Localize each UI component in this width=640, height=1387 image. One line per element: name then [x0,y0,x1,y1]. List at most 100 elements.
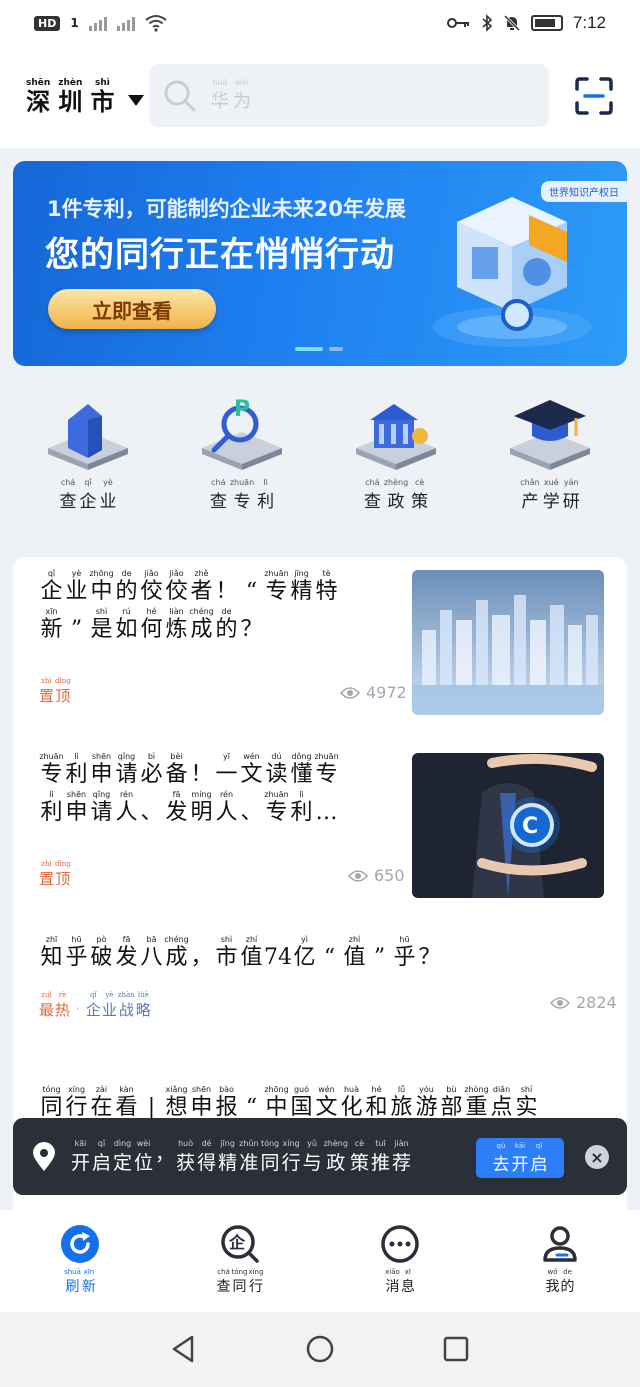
title-char: qǐng 请 [115,752,138,787]
title-char: jiǎo 佼 [140,569,163,604]
toast-char: cè 策 [349,1138,369,1174]
toast-char: dìng 定 [113,1138,133,1174]
title-char: bā 八 [140,935,163,970]
pinned-tag: zhì 置 dǐng 顶 [39,677,71,705]
title-char: yè 业 [65,569,88,604]
svg-text:C: C [522,814,538,839]
promo-banner[interactable]: 1件专利，可能制约企业未来20年发展 您的同行正在悄悄行动 立即查看 世界知识产… [13,161,627,366]
tab-label: shuā 刷 xīn 新 [64,1268,96,1295]
search-input[interactable]: huá 华 wéi 为 [149,64,549,127]
title-char: jīng 精 [290,569,313,604]
patent-cube-illustration [432,197,592,347]
toast-char: tóng 同 [260,1138,280,1174]
title-char: jiǎo 佼 [165,569,188,604]
search-placeholder: huá 华 wéi 为 [211,78,251,112]
title-char: fā 发 [165,790,188,825]
title-char: chéng 成 [189,607,214,642]
title-char: bì 必 [140,752,163,787]
title-char: zhuān 专 [39,752,64,787]
title-char: zhí 值 [240,935,263,970]
refresh-icon [61,1225,99,1263]
title-char: lǚ 旅 [390,1085,413,1120]
home-icon[interactable] [305,1334,335,1364]
quick-nav-label: chá 查 zhuān 专 lì 利 [209,478,275,512]
pinned-tag: zhì 置 dǐng 顶 [39,860,71,888]
tab-messages[interactable]: xiāo 消 xī 息 [350,1224,450,1296]
quick-nav-research[interactable]: chǎn 产 xué 学 yán 研 [490,390,610,512]
title-char: bù 部 [440,1085,463,1120]
location-pin-icon [33,1141,55,1171]
title-char: dú 读 [265,752,288,787]
article-tags: zuì 最 rè 热 · qǐ 企 yè 业 zhàn 战 lüè 略 [39,991,151,1020]
quick-nav-policy[interactable]: chá 查 zhèng 政 cè 策 [336,390,456,512]
tab-profile[interactable]: wǒ 我 de 的 [510,1224,610,1296]
title-char: tè 特 [315,569,338,604]
banner-cta-button[interactable]: 立即查看 [48,289,216,329]
title-char: bèi 备 [165,752,188,787]
title-char: zài 在 [90,1085,113,1120]
recents-icon[interactable] [441,1334,471,1364]
title-char: fā 发 [115,935,138,970]
svg-text:P: P [234,397,250,422]
title-char: xiǎng 想 [165,1085,188,1120]
signal-icon [88,15,107,31]
toast-char: zhèng 政 [323,1138,348,1174]
title-char: guó 国 [290,1085,313,1120]
title-char: zhòng 重 [464,1085,489,1120]
title-char: rú 如 [115,607,138,642]
back-icon[interactable] [168,1334,198,1364]
toast-char: jīng 精 [218,1138,238,1174]
title-char: zhuān 专 [314,752,339,787]
title-char: zhuān 专 [264,569,289,604]
user-icon [543,1226,577,1262]
quick-nav-company[interactable]: chá 查 qǐ 企 yè 业 [28,390,148,512]
article-item[interactable]: qǐ 企 yè 业 zhōng 中 de 的 jiǎo 佼 jiǎo 佼 zhě 者！ “zhuān 专 jīn… [13,569,627,729]
title-char: zhuān 专 [264,790,289,825]
article-tags: zhì 置 dǐng 顶 [39,677,71,706]
article-item[interactable]: zhuān 专 lì 利 shēn 申 qǐng 请 bì 必 bèi 备！ yī 一 wén 文 dú 读 dǒn… [13,752,627,912]
title-char: yì 亿 [293,935,316,970]
title-char: shí 实 [515,1085,538,1120]
tab-peers[interactable]: 企 chá 查 tóng 同 xíng 行 [190,1224,290,1296]
title-char: … [315,800,338,825]
tab-refresh[interactable]: shuā 刷 xīn 新 [30,1224,130,1296]
message-icon [381,1225,419,1263]
wifi-icon [145,15,167,32]
title-char: ， [190,945,213,970]
article-thumbnail [412,570,604,715]
status-bar: HD 1 7:12 [0,0,640,46]
close-toast-button[interactable]: × [585,1145,609,1169]
toast-char: qǐ 启 [92,1138,112,1174]
tag-separator: · [76,1002,80,1016]
quick-nav: chá 查 qǐ 企 yè 业 P chá 查 zhuān 专 lì 利 chá… [0,390,640,520]
city-selector[interactable]: shēn 深 zhèn 圳 shì 市 [26,78,145,116]
article-item[interactable]: zhī 知 hū 乎 pò 破 fā 发 bā 八 chéng 成， shì 市 zhí 值 74 yì 亿 “zhí… [13,935,627,1045]
title-char: tóng 同 [40,1085,63,1120]
title-char: | [147,1095,156,1120]
signal-icon-2 [116,15,135,31]
title-char: dǒng 懂 [290,752,313,787]
quick-nav-patent[interactable]: P chá 查 zhuān 专 lì 利 [182,390,302,512]
tab-label: chá 查 tóng 同 xíng 行 [216,1268,264,1295]
system-navigation-bar [0,1312,640,1387]
toast-char: kāi 开 [71,1138,91,1174]
caret-down-icon [128,95,145,106]
title-char: liàn 炼 [165,607,188,642]
title-char: chéng 成 [164,935,189,970]
title-char: qǐng 请 [90,790,113,825]
quick-nav-label: chá 查 qǐ 企 yè 业 [59,478,117,512]
title-char: shēn 申 [190,1085,213,1120]
article-title: zhuān 专 lì 利 shēn 申 qǐng 请 bì 必 bèi 备！ yī 一 wén 文 dú 读 dǒn… [39,752,389,828]
title-char: zhōng 中 [89,569,114,604]
article-title: zhī 知 hū 乎 pò 破 fā 发 bā 八 chéng 成， shì 市 zhí 值 74 yì 亿 “zhí… [39,935,599,973]
scan-icon[interactable] [574,76,614,116]
title-char: ！ [190,762,213,787]
title-char: zhōng 中 [264,1085,289,1120]
city-char: shēn 深 [26,78,51,116]
title-char: xīn 新 [40,607,63,642]
enable-location-button[interactable]: qù 去 kāi 开 qǐ 启 [476,1138,564,1178]
key-icon [446,18,469,28]
app-header: shēn 深 zhèn 圳 shì 市 huá 华 wéi 为 [0,46,640,148]
title-char: rén 人 [115,790,138,825]
title-char: rén 人 [215,790,238,825]
